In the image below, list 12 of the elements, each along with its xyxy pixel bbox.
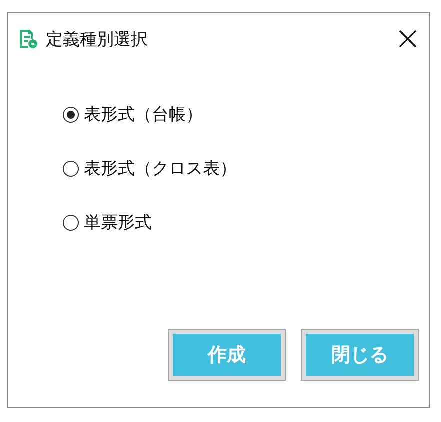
radio-button[interactable] (63, 214, 79, 230)
radio-button[interactable] (63, 160, 79, 176)
window-title: 定義種別選択 (46, 28, 149, 50)
option-label: 表形式（クロス表） (84, 158, 237, 180)
option-label: 単票形式 (84, 212, 152, 234)
close-icon[interactable] (399, 30, 417, 48)
document-icon (18, 29, 38, 49)
radio-option[interactable]: 単票形式 (63, 211, 429, 234)
option-label: 表形式（台帳） (84, 104, 203, 126)
radio-option[interactable]: 表形式（クロス表） (63, 157, 429, 180)
radio-option[interactable]: 表形式（台帳） (63, 103, 429, 126)
radio-button[interactable] (63, 106, 79, 122)
